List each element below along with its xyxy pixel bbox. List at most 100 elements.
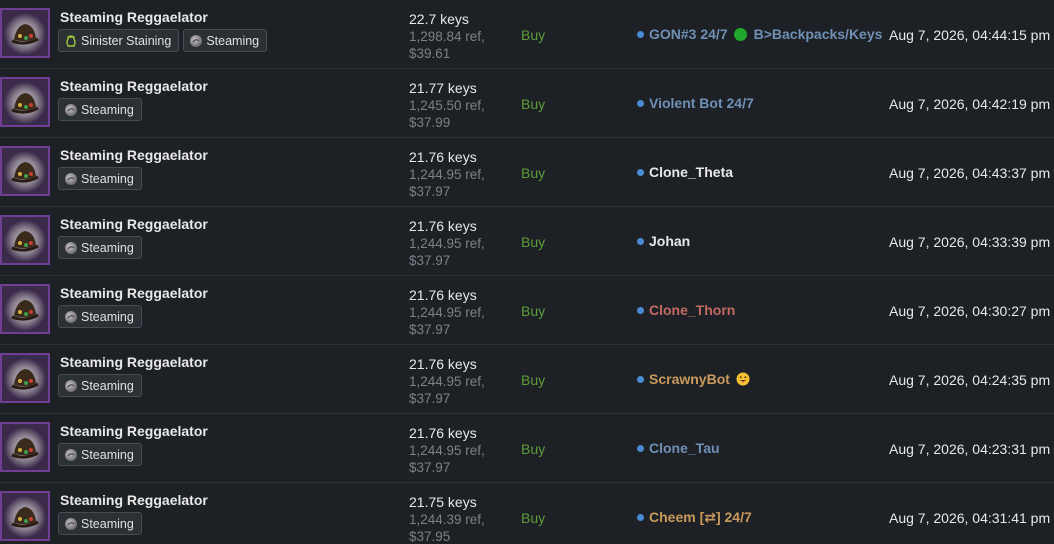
- item-tag-label: Steaming: [81, 171, 134, 186]
- reggaelator-hat-icon: [4, 151, 46, 193]
- user-name[interactable]: Cheem [⇄] 24/7: [649, 509, 752, 526]
- item-tag[interactable]: Steaming: [58, 443, 142, 466]
- item-name[interactable]: Steaming Reggaelator: [60, 354, 208, 370]
- user-link[interactable]: Cheem [⇄] 24/7: [637, 509, 752, 526]
- price-ref: 1,244.95 ref,: [409, 374, 485, 389]
- item-tag[interactable]: Steaming: [58, 374, 142, 397]
- item-tag[interactable]: Steaming: [58, 236, 142, 259]
- item-tag[interactable]: Steaming: [183, 29, 268, 52]
- price-block: 21.75 keys 1,244.39 ref, $37.95: [409, 494, 485, 544]
- user-name[interactable]: Clone_Tau: [649, 440, 720, 456]
- price-block: 21.77 keys 1,245.50 ref, $37.99: [409, 80, 485, 131]
- intent-label: Buy: [521, 27, 546, 43]
- item-thumbnail[interactable]: [0, 422, 50, 472]
- user-link[interactable]: Clone_Thorn: [637, 302, 735, 318]
- price-ref: 1,298.84 ref,: [409, 29, 485, 44]
- user-name[interactable]: Johan: [649, 233, 690, 249]
- online-dot-icon: [637, 30, 644, 38]
- item-name[interactable]: Steaming Reggaelator: [60, 492, 208, 508]
- item-thumbnail[interactable]: [0, 491, 50, 541]
- price-keys: 21.75 keys: [409, 494, 477, 510]
- listing-row[interactable]: Steaming Reggaelator Steaming 21.77 keys…: [0, 69, 1054, 138]
- item-thumbnail[interactable]: [0, 284, 50, 334]
- user-link[interactable]: Violent Bot 24/7: [637, 95, 754, 111]
- listing-row[interactable]: Steaming Reggaelator Steaming 21.76 keys…: [0, 345, 1054, 414]
- unusual-effect-icon: [64, 517, 78, 531]
- unusual-effect-icon: [64, 103, 78, 117]
- intent-label: Buy: [521, 96, 546, 112]
- price-keys: 21.77 keys: [409, 80, 477, 96]
- item-tag-label: Sinister Staining: [81, 33, 172, 48]
- listing-date: Aug 7, 2026, 04:30:27 pm: [889, 303, 1051, 319]
- user-link[interactable]: ScrawnyBot: [637, 371, 750, 387]
- user-name[interactable]: Violent Bot 24/7: [649, 95, 754, 111]
- online-dot-icon: [637, 168, 644, 176]
- price-keys: 21.76 keys: [409, 218, 477, 234]
- listing-date: Aug 7, 2026, 04:33:39 pm: [889, 234, 1051, 250]
- price-usd: $39.61: [409, 46, 451, 61]
- item-tag[interactable]: Sinister Staining: [58, 29, 180, 52]
- item-thumbnail[interactable]: [0, 8, 50, 58]
- item-thumbnail[interactable]: [0, 215, 50, 265]
- price-ref: 1,244.95 ref,: [409, 236, 485, 251]
- listing-row[interactable]: Steaming Reggaelator Steaming 21.75 keys…: [0, 483, 1054, 544]
- intent-label: Buy: [521, 234, 546, 250]
- user-name[interactable]: Clone_Thorn: [649, 302, 735, 318]
- item-tag-label: Steaming: [81, 309, 134, 324]
- unusual-effect-icon: [64, 379, 78, 393]
- item-name[interactable]: Steaming Reggaelator: [60, 216, 208, 232]
- item-tags: Steaming: [58, 98, 142, 121]
- item-thumbnail[interactable]: [0, 77, 50, 127]
- item-name[interactable]: Steaming Reggaelator: [60, 78, 208, 94]
- listings-list: Steaming Reggaelator Sinister Staining St…: [0, 0, 1054, 544]
- item-tag[interactable]: Steaming: [58, 512, 142, 535]
- item-thumbnail[interactable]: [0, 353, 50, 403]
- item-name[interactable]: Steaming Reggaelator: [60, 9, 208, 25]
- item-tag[interactable]: Steaming: [58, 305, 142, 328]
- price-keys: 21.76 keys: [409, 356, 477, 372]
- item-thumbnail[interactable]: [0, 146, 50, 196]
- item-tags: Steaming: [58, 374, 142, 397]
- intent-label: Buy: [521, 372, 546, 388]
- price-keys: 21.76 keys: [409, 425, 477, 441]
- user-name[interactable]: Clone_Theta: [649, 164, 733, 180]
- price-block: 21.76 keys 1,244.95 ref, $37.97: [409, 425, 485, 476]
- item-tag[interactable]: Steaming: [58, 167, 142, 190]
- listing-row[interactable]: Steaming Reggaelator Steaming 21.76 keys…: [0, 414, 1054, 483]
- online-dot-icon: [637, 237, 644, 245]
- item-tag-label: Steaming: [81, 240, 134, 255]
- user-name-suffix[interactable]: B>Backpacks/Keys: [754, 26, 883, 42]
- price-usd: $37.99: [409, 115, 451, 130]
- reggaelator-hat-icon: [4, 220, 46, 262]
- item-tags: Steaming: [58, 305, 142, 328]
- item-tag-label: Steaming: [81, 102, 134, 117]
- item-tags: Steaming: [58, 443, 142, 466]
- intent-label: Buy: [521, 510, 546, 526]
- user-link[interactable]: Johan: [637, 233, 690, 249]
- price-usd: $37.97: [409, 391, 451, 406]
- user-link[interactable]: Clone_Theta: [637, 164, 733, 180]
- item-name[interactable]: Steaming Reggaelator: [60, 147, 208, 163]
- user-link[interactable]: Clone_Tau: [637, 440, 720, 456]
- reggaelator-hat-icon: [4, 289, 46, 331]
- item-tag[interactable]: Steaming: [58, 98, 142, 121]
- item-tag-label: Steaming: [81, 378, 134, 393]
- listing-row[interactable]: Steaming Reggaelator Steaming 21.76 keys…: [0, 207, 1054, 276]
- item-name[interactable]: Steaming Reggaelator: [60, 285, 208, 301]
- item-tag-label: Steaming: [81, 447, 134, 462]
- listing-row[interactable]: Steaming Reggaelator Steaming 21.76 keys…: [0, 138, 1054, 207]
- online-dot-icon: [637, 444, 644, 452]
- user-name[interactable]: GON#3 24/7: [649, 26, 728, 42]
- item-tag-label: Steaming: [81, 516, 134, 531]
- item-tags: Steaming: [58, 512, 142, 535]
- price-ref: 1,244.95 ref,: [409, 305, 485, 320]
- online-dot-icon: [637, 306, 644, 314]
- listing-row[interactable]: Steaming Reggaelator Sinister Staining St…: [0, 0, 1054, 69]
- listing-row[interactable]: Steaming Reggaelator Steaming 21.76 keys…: [0, 276, 1054, 345]
- item-name[interactable]: Steaming Reggaelator: [60, 423, 208, 439]
- user-link[interactable]: GON#3 24/7 B>Backpacks/Keys: [637, 26, 882, 42]
- listing-date: Aug 7, 2026, 04:31:41 pm: [889, 510, 1051, 526]
- price-usd: $37.95: [409, 529, 451, 544]
- listing-date: Aug 7, 2026, 04:42:19 pm: [889, 96, 1051, 112]
- user-name[interactable]: ScrawnyBot: [649, 371, 730, 387]
